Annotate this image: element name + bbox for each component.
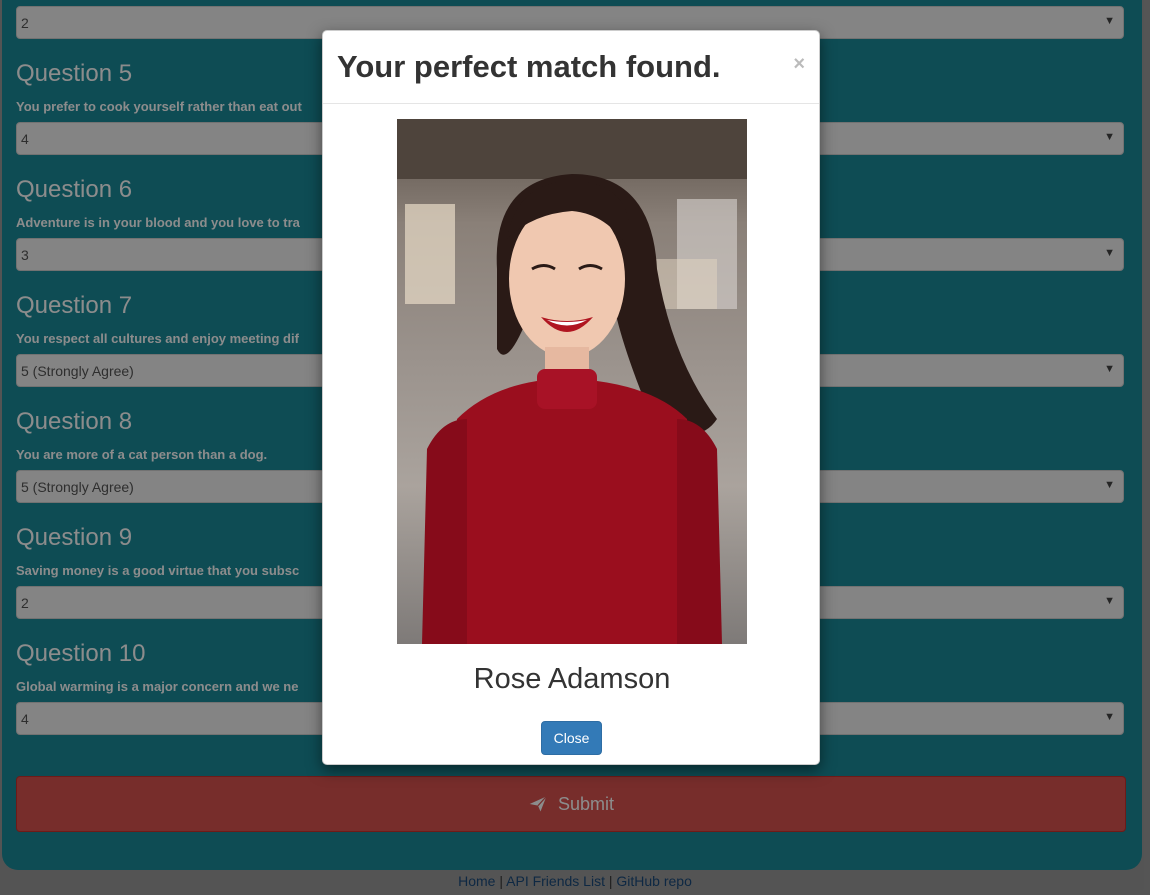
modal-title: Your perfect match found. <box>337 49 721 84</box>
modal-header: Your perfect match found. × <box>323 31 819 104</box>
match-photo <box>397 119 747 644</box>
close-icon[interactable]: × <box>793 53 805 76</box>
close-button[interactable]: Close <box>541 721 602 755</box>
match-name: Rose Adamson <box>473 663 671 695</box>
match-photo-illustration <box>397 119 747 644</box>
match-modal: Your perfect match found. × Rose Adamson… <box>322 30 820 765</box>
